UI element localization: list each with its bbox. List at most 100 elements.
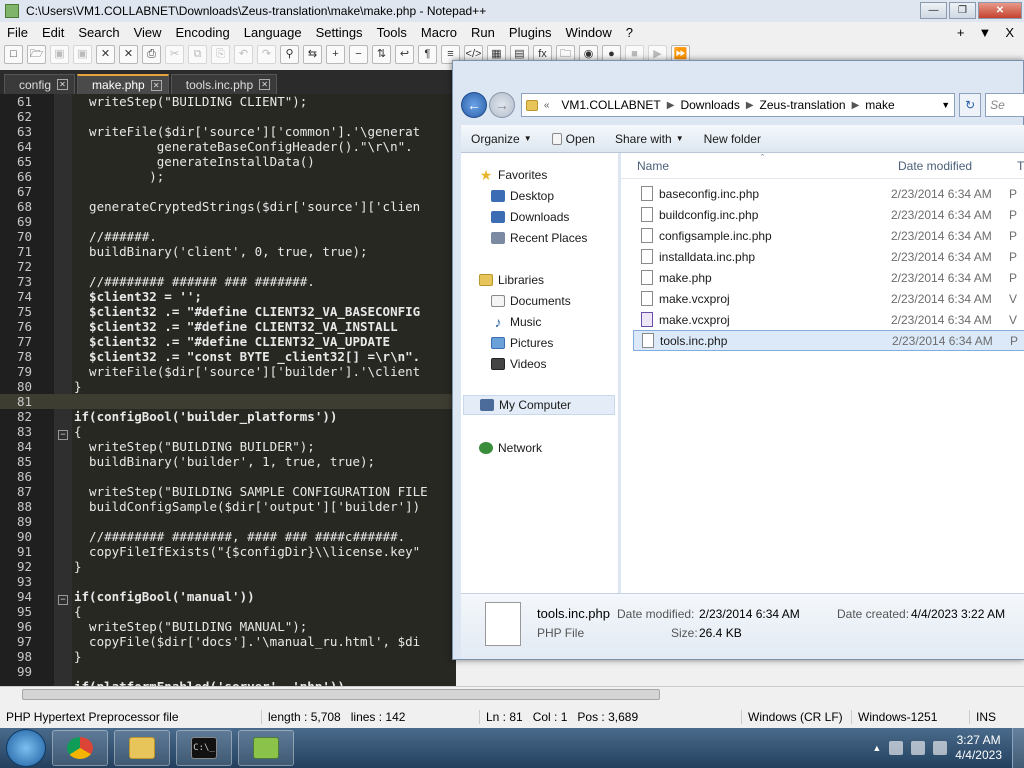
- print-icon[interactable]: ⎙: [142, 44, 161, 64]
- action-center-icon[interactable]: [889, 741, 904, 755]
- menu-search[interactable]: Search: [71, 25, 126, 40]
- code-line[interactable]: 86: [0, 469, 456, 484]
- code-line[interactable]: 93: [0, 574, 456, 589]
- copy-icon[interactable]: ⧉: [188, 44, 207, 64]
- zoom-in-icon[interactable]: +: [326, 44, 345, 64]
- share-with-button[interactable]: Share with ▼: [605, 132, 694, 146]
- address-bar[interactable]: « VM1.COLLABNET ▶ Downloads ▶ Zeus-trans…: [520, 93, 956, 117]
- refresh-icon[interactable]: ↻: [959, 93, 982, 117]
- minimize-button[interactable]: —: [920, 2, 947, 19]
- nav-music[interactable]: ♪ Music: [491, 312, 542, 332]
- show-desktop-button[interactable]: [1012, 728, 1024, 768]
- status-encoding[interactable]: Windows-1251: [852, 710, 970, 724]
- code-line[interactable]: 96 writeStep("BUILDING MANUAL");: [0, 619, 456, 634]
- code-line[interactable]: 80}: [0, 379, 456, 394]
- code-line[interactable]: 99: [0, 664, 456, 679]
- tab-config[interactable]: config ✕: [4, 74, 76, 94]
- volume-icon[interactable]: [933, 741, 948, 755]
- zoom-out-icon[interactable]: −: [349, 44, 368, 64]
- column-type[interactable]: T: [1017, 159, 1024, 173]
- nav-documents[interactable]: Documents: [491, 291, 571, 311]
- tab-list-button[interactable]: ▼: [978, 25, 991, 40]
- new-tab-button[interactable]: +: [957, 25, 965, 40]
- code-line[interactable]: 68 generateCryptedStrings($dir['source']…: [0, 199, 456, 214]
- code-line[interactable]: 72: [0, 259, 456, 274]
- paste-icon[interactable]: ⎘: [211, 44, 230, 64]
- network-tray-icon[interactable]: [911, 741, 926, 755]
- code-line[interactable]: 81: [0, 394, 456, 409]
- status-eol[interactable]: Windows (CR LF): [742, 710, 852, 724]
- column-date-modified[interactable]: Date modified: [898, 159, 972, 173]
- redo-icon[interactable]: ↷: [257, 44, 276, 64]
- nav-network[interactable]: Network: [479, 438, 542, 458]
- breadcrumb-make[interactable]: make: [859, 98, 900, 112]
- code-line[interactable]: 70 //######.: [0, 229, 456, 244]
- code-line[interactable]: 97 copyFile($dir['docs'].'\manual_ru.htm…: [0, 634, 456, 649]
- clock[interactable]: 3:27 AM 4/4/2023: [955, 733, 1002, 763]
- close-document-button[interactable]: X: [1005, 25, 1014, 40]
- code-line[interactable]: 79 writeFile($dir['source']['builder'].'…: [0, 364, 456, 379]
- code-line[interactable]: 94 if(configBool('manual')): [0, 589, 456, 604]
- menu-encoding[interactable]: Encoding: [169, 25, 237, 40]
- code-line[interactable]: 90 //######## ########, #### ### ####c##…: [0, 529, 456, 544]
- menu-view[interactable]: View: [127, 25, 169, 40]
- code-line[interactable]: 89: [0, 514, 456, 529]
- cut-icon[interactable]: ✂: [165, 44, 184, 64]
- code-line[interactable]: 73 //######## ###### ### #######.: [0, 274, 456, 289]
- code-line[interactable]: 98}: [0, 649, 456, 664]
- code-line[interactable]: 87 writeStep("BUILDING SAMPLE CONFIGURAT…: [0, 484, 456, 499]
- tray-expand-icon[interactable]: ▲: [872, 743, 881, 753]
- menu-help[interactable]: ?: [619, 25, 640, 40]
- code-line[interactable]: 78 $client32 .= "const BYTE _client32[] …: [0, 349, 456, 364]
- file-row[interactable]: make.vcxproj 2/23/2014 6:34 AM V: [633, 309, 1024, 330]
- menu-macro[interactable]: Macro: [414, 25, 464, 40]
- menu-run[interactable]: Run: [464, 25, 502, 40]
- close-button[interactable]: ✕: [978, 2, 1022, 19]
- breadcrumb-zeus[interactable]: Zeus-translation: [754, 98, 852, 112]
- code-line[interactable]: 92}: [0, 559, 456, 574]
- code-line[interactable]: 67: [0, 184, 456, 199]
- file-row[interactable]: make.vcxproj 2/23/2014 6:34 AM V: [633, 288, 1024, 309]
- fold-toggle-icon[interactable]: −: [58, 595, 68, 605]
- tab-tools-inc-php[interactable]: tools.inc.php ✕: [170, 74, 278, 94]
- taskbar-explorer[interactable]: [114, 730, 170, 766]
- code-line[interactable]: 62: [0, 109, 456, 124]
- menu-settings[interactable]: Settings: [309, 25, 370, 40]
- new-folder-button[interactable]: New folder: [694, 132, 771, 146]
- forward-button[interactable]: →: [488, 92, 515, 118]
- nav-recent-places[interactable]: Recent Places: [491, 228, 587, 248]
- nav-videos[interactable]: Videos: [491, 354, 546, 374]
- code-line[interactable]: 64 generateBaseConfigHeader()."\r\n".: [0, 139, 456, 154]
- code-line[interactable]: 66 );: [0, 169, 456, 184]
- menu-tools[interactable]: Tools: [370, 25, 414, 40]
- taskbar-notepadpp[interactable]: [238, 730, 294, 766]
- nav-libraries[interactable]: Libraries: [479, 270, 544, 290]
- start-button[interactable]: [6, 729, 46, 767]
- tab-close-icon[interactable]: ✕: [150, 79, 162, 91]
- menu-window[interactable]: Window: [559, 25, 619, 40]
- nav-pictures[interactable]: Pictures: [491, 333, 553, 353]
- file-row[interactable]: configsample.inc.php 2/23/2014 6:34 AM P: [633, 225, 1024, 246]
- column-name[interactable]: Name: [637, 159, 669, 173]
- save-icon[interactable]: ▣: [50, 44, 69, 64]
- breadcrumb-downloads[interactable]: Downloads: [674, 98, 745, 112]
- nav-favorites[interactable]: ★ Favorites: [479, 165, 548, 185]
- code-line[interactable]: 95 {: [0, 604, 456, 619]
- code-line[interactable]: 65 generateInstallData(): [0, 154, 456, 169]
- file-row[interactable]: baseconfig.inc.php 2/23/2014 6:34 AM P: [633, 183, 1024, 204]
- code-line[interactable]: 85 buildBinary('builder', 1, true, true)…: [0, 454, 456, 469]
- code-line[interactable]: 76 $client32 .= "#define CLIENT32_VA_INS…: [0, 319, 456, 334]
- open-button[interactable]: Open: [542, 132, 605, 146]
- find-icon[interactable]: ⚲: [280, 44, 299, 64]
- code-line[interactable]: 84 writeStep("BUILDING BUILDER");: [0, 439, 456, 454]
- code-line[interactable]: 71 buildBinary('client', 0, true, true);: [0, 244, 456, 259]
- close-all-icon[interactable]: ✕: [119, 44, 138, 64]
- restore-button[interactable]: ❐: [949, 2, 976, 19]
- code-line[interactable]: 77 $client32 .= "#define CLIENT32_VA_UPD…: [0, 334, 456, 349]
- file-row[interactable]: tools.inc.php 2/23/2014 6:34 AM P: [633, 330, 1024, 351]
- search-input[interactable]: Se: [985, 93, 1024, 117]
- code-line[interactable]: 69: [0, 214, 456, 229]
- file-row[interactable]: installdata.inc.php 2/23/2014 6:34 AM P: [633, 246, 1024, 267]
- code-line[interactable]: 91 copyFileIfExists("{$configDir}\\licen…: [0, 544, 456, 559]
- word-wrap-icon[interactable]: ↩: [395, 44, 414, 64]
